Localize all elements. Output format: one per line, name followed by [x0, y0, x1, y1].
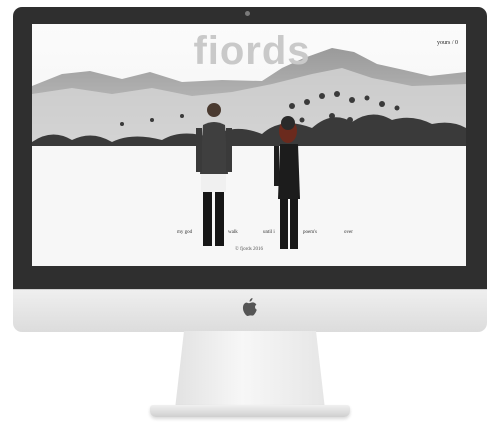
camera-icon: [245, 11, 250, 16]
apple-icon: [242, 298, 257, 316]
monitor-stand: [175, 331, 325, 409]
track-nav: my god walk until i poem's over: [177, 230, 367, 240]
nav-item-over[interactable]: over: [344, 230, 353, 235]
nav-item-walk[interactable]: walk: [228, 230, 238, 235]
nav-item-my-god[interactable]: my god: [177, 230, 192, 235]
nav-item-poems[interactable]: poem's: [303, 230, 317, 235]
screen: fiords yours / 0 my god walk until i poe…: [32, 24, 466, 266]
nav-item-until-i[interactable]: until i: [263, 230, 275, 235]
monitor-base: [150, 405, 350, 417]
copyright-text: © fjords 2016: [235, 247, 263, 252]
cart-link[interactable]: yours / 0: [437, 40, 458, 46]
brand-logo[interactable]: fiords: [192, 27, 312, 75]
